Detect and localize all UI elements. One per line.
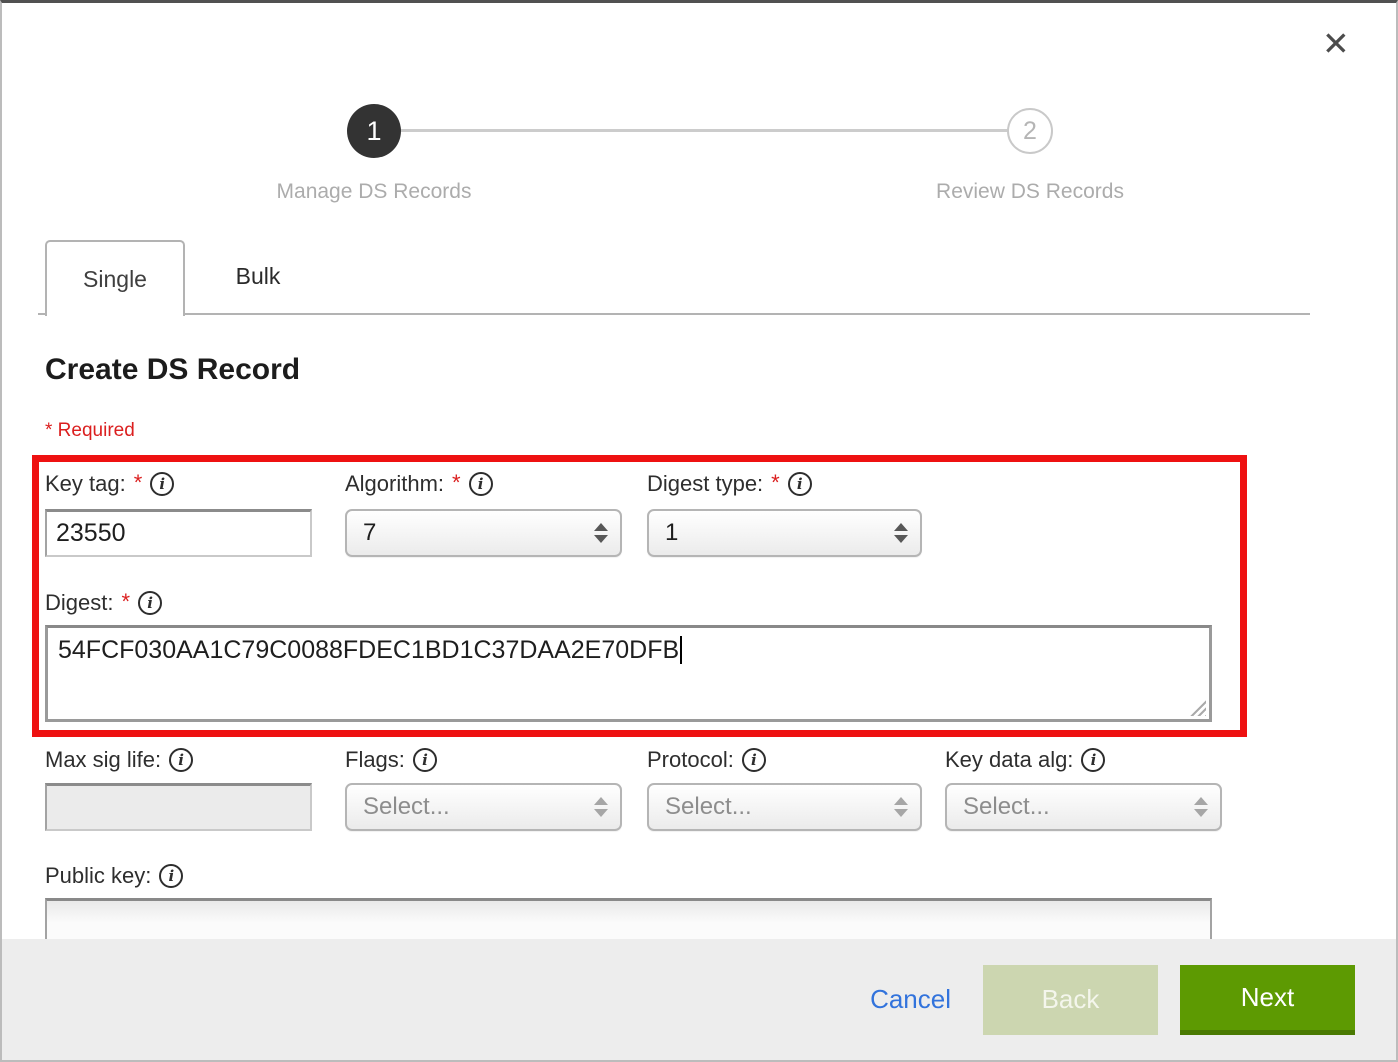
field-digest-type: Digest type: * i 1 <box>647 469 922 557</box>
info-icon[interactable]: i <box>788 472 812 496</box>
key-tag-label-row: Key tag: * i <box>45 469 312 499</box>
public-key-label: Public key: <box>45 863 151 889</box>
digest-label-row: Digest: * i <box>45 588 1212 618</box>
key-data-alg-label: Key data alg: <box>945 747 1073 773</box>
info-icon[interactable]: i <box>138 591 162 615</box>
key-tag-label: Key tag: <box>45 471 126 497</box>
info-icon[interactable]: i <box>159 864 183 888</box>
info-icon[interactable]: i <box>469 472 493 496</box>
digest-type-select[interactable]: 1 <box>647 509 922 557</box>
field-flags: Flags: i Select... <box>345 745 622 831</box>
select-stepper-arrows-icon <box>594 523 608 543</box>
algorithm-select-value: 7 <box>363 519 376 547</box>
step-1-number: 1 <box>366 116 381 147</box>
flags-label-row: Flags: i <box>345 745 622 775</box>
step-2-circle: 2 <box>1007 108 1053 154</box>
field-public-key: Public key: i <box>45 861 1212 945</box>
create-ds-record-dialog: ✕ 1 2 Manage DS Records Review DS Record… <box>0 0 1398 1062</box>
step-2-label: Review DS Records <box>870 180 1190 204</box>
close-icon[interactable]: ✕ <box>1322 27 1350 60</box>
key-data-alg-select-value: Select... <box>963 793 1050 821</box>
tab-bulk[interactable]: Bulk <box>198 240 318 313</box>
public-key-label-row: Public key: i <box>45 861 1212 891</box>
resize-handle[interactable] <box>1189 699 1206 716</box>
protocol-label-row: Protocol: i <box>647 745 922 775</box>
cancel-link[interactable]: Cancel <box>860 974 961 1025</box>
digest-type-select-value: 1 <box>665 519 678 547</box>
field-protocol: Protocol: i Select... <box>647 745 922 831</box>
algorithm-label: Algorithm: <box>345 471 444 497</box>
field-digest: Digest: * i 54FCF030AA1C79C0088FDEC1BD1C… <box>45 588 1212 722</box>
tab-single-label: Single <box>83 266 147 293</box>
max-sig-life-label-row: Max sig life: i <box>45 745 312 775</box>
field-algorithm: Algorithm: * i 7 <box>345 469 622 557</box>
field-key-data-alg: Key data alg: i Select... <box>945 745 1222 831</box>
select-stepper-arrows-icon <box>1194 797 1208 817</box>
protocol-label: Protocol: <box>647 747 734 773</box>
flags-select-value: Select... <box>363 793 450 821</box>
dialog-footer: Cancel Back Next <box>2 939 1396 1060</box>
digest-label: Digest: <box>45 590 113 616</box>
digest-value: 54FCF030AA1C79C0088FDEC1BD1C37DAA2E70DFB <box>58 636 679 664</box>
info-icon[interactable]: i <box>413 748 437 772</box>
info-icon[interactable]: i <box>150 472 174 496</box>
select-stepper-arrows-icon <box>894 797 908 817</box>
digest-textarea[interactable]: 54FCF030AA1C79C0088FDEC1BD1C37DAA2E70DFB <box>45 625 1212 722</box>
key-tag-input[interactable] <box>45 509 312 557</box>
text-cursor <box>680 636 682 664</box>
info-icon[interactable]: i <box>742 748 766 772</box>
next-button[interactable]: Next <box>1180 965 1355 1035</box>
step-1-circle: 1 <box>347 104 401 158</box>
select-stepper-arrows-icon <box>594 797 608 817</box>
tab-single[interactable]: Single <box>45 240 185 316</box>
key-data-alg-select[interactable]: Select... <box>945 783 1222 831</box>
step-2-number: 2 <box>1023 117 1037 146</box>
digest-required-asterisk: * <box>121 589 130 615</box>
max-sig-life-label: Max sig life: <box>45 747 161 773</box>
algorithm-required-asterisk: * <box>452 470 461 496</box>
flags-select[interactable]: Select... <box>345 783 622 831</box>
protocol-select-value: Select... <box>665 793 752 821</box>
tab-bulk-label: Bulk <box>236 263 281 290</box>
page-title: Create DS Record <box>45 353 300 387</box>
back-button[interactable]: Back <box>983 965 1158 1035</box>
digest-type-required-asterisk: * <box>771 470 780 496</box>
info-icon[interactable]: i <box>1081 748 1105 772</box>
tab-underline <box>38 313 1310 315</box>
algorithm-label-row: Algorithm: * i <box>345 469 622 499</box>
public-key-textarea[interactable] <box>45 898 1212 945</box>
digest-type-label: Digest type: <box>647 471 763 497</box>
step-1-label: Manage DS Records <box>214 180 534 204</box>
key-data-alg-label-row: Key data alg: i <box>945 745 1222 775</box>
max-sig-life-input[interactable] <box>45 783 312 831</box>
key-tag-required-asterisk: * <box>134 470 143 496</box>
required-note: * Required <box>45 420 135 442</box>
info-icon[interactable]: i <box>169 748 193 772</box>
algorithm-select[interactable]: 7 <box>345 509 622 557</box>
protocol-select[interactable]: Select... <box>647 783 922 831</box>
digest-type-label-row: Digest type: * i <box>647 469 922 499</box>
select-stepper-arrows-icon <box>894 523 908 543</box>
field-max-sig-life: Max sig life: i <box>45 745 312 831</box>
stepper-connector-line <box>374 129 1030 132</box>
flags-label: Flags: <box>345 747 405 773</box>
field-key-tag: Key tag: * i <box>45 469 312 557</box>
